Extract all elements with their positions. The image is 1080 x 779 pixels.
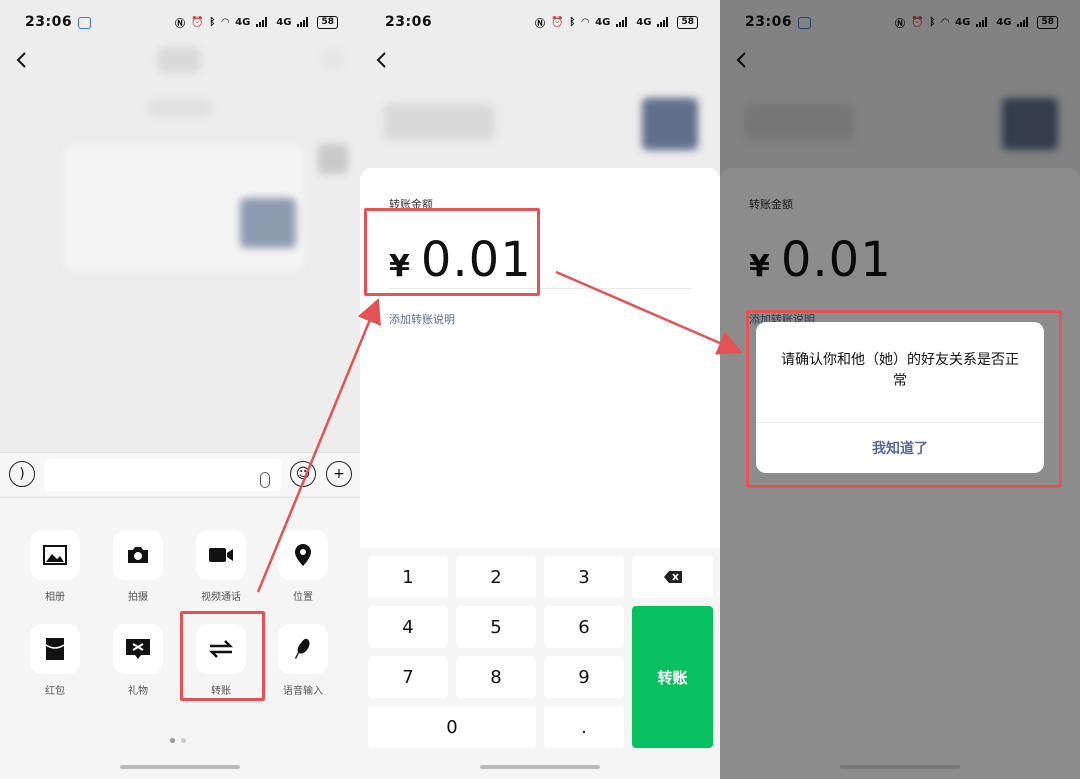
signal-icon: [616, 17, 630, 27]
key-2[interactable]: 2: [456, 556, 536, 598]
status-bar: 23:06 Ⓝ ⏰ ᛒ ◠ 4G 4G 58: [0, 0, 360, 44]
tool-video-call[interactable]: 视频通话: [186, 530, 256, 603]
wifi-icon: ◠: [221, 16, 230, 28]
key-8[interactable]: 8: [456, 656, 536, 698]
transfer-confirm-button[interactable]: 转账: [632, 606, 713, 748]
status-icons: Ⓝ ⏰ ᛒ ◠ 4G 4G 58: [535, 15, 698, 30]
back-arrow-icon[interactable]: [12, 50, 32, 70]
battery-icon: 58: [317, 15, 338, 29]
highlight-dialog: [746, 310, 1062, 488]
key-5[interactable]: 5: [456, 606, 536, 648]
app-notification-icon: [78, 17, 92, 29]
battery-icon: 58: [677, 15, 698, 29]
tool-red-packet[interactable]: 红包: [20, 624, 90, 697]
key-1[interactable]: 1: [368, 556, 448, 598]
key-0[interactable]: 0: [368, 706, 536, 748]
network-type-2: 4G: [276, 16, 292, 28]
blurred-recipient-avatar: [642, 98, 698, 150]
key-3[interactable]: 3: [544, 556, 624, 598]
tool-label: 语音输入: [283, 686, 323, 697]
blurred-message-thumb: [240, 198, 296, 248]
blurred-avatar: [318, 144, 348, 174]
highlight-transfer-tool: [180, 611, 265, 701]
network-type-2: 4G: [636, 16, 652, 28]
status-time: 23:06: [385, 14, 433, 30]
transfer-screen: 23:06 Ⓝ ⏰ ᛒ ◠ 4G 4G 58 转账金额 ¥ 0.01 添加转账说…: [360, 0, 720, 779]
network-type-1: 4G: [235, 16, 251, 28]
home-indicator: [840, 765, 960, 769]
bluetooth-icon: ᛒ: [209, 16, 216, 28]
key-4[interactable]: 4: [368, 606, 448, 648]
wifi-icon: ◠: [581, 16, 590, 28]
highlight-amount: [364, 208, 540, 296]
alarm-icon: ⏰: [190, 16, 204, 28]
video-call-icon: [209, 548, 233, 562]
emoji-icon[interactable]: ☺: [290, 461, 316, 487]
tool-label: 视频通话: [201, 592, 241, 603]
status-time: 23:06: [25, 14, 73, 30]
key-7[interactable]: 7: [368, 656, 448, 698]
tool-gift[interactable]: 礼物: [103, 624, 173, 697]
home-indicator: [480, 765, 600, 769]
photo-album-icon: [43, 545, 67, 565]
chat-text-input[interactable]: [44, 459, 282, 491]
blurred-more-icon: [322, 52, 344, 66]
blurred-recipient-name: [384, 104, 494, 140]
gift-icon: [126, 639, 150, 659]
key-dot[interactable]: .: [544, 706, 624, 748]
plus-icon[interactable]: +: [326, 461, 352, 487]
blurred-contact-name: [158, 48, 200, 72]
key-backspace[interactable]: [632, 556, 713, 598]
signal-icon-2: [297, 17, 311, 27]
key-9[interactable]: 9: [544, 656, 624, 698]
location-pin-icon: [295, 544, 311, 566]
tool-label: 相册: [45, 592, 65, 603]
network-type-1: 4G: [595, 16, 611, 28]
tool-camera[interactable]: 拍摄: [103, 530, 173, 603]
voice-input-icon: [295, 638, 310, 659]
status-icons: Ⓝ ⏰ ᛒ ◠ 4G 4G 58: [175, 15, 338, 30]
status-bar: 23:06 Ⓝ ⏰ ᛒ ◠ 4G 4G 58: [360, 0, 720, 44]
alarm-icon: ⏰: [550, 16, 564, 28]
home-indicator: [120, 765, 240, 769]
backspace-icon: [663, 571, 682, 583]
red-packet-icon: [45, 638, 65, 660]
key-6[interactable]: 6: [544, 606, 624, 648]
add-note-link[interactable]: 添加转账说明: [389, 311, 455, 327]
back-arrow-icon[interactable]: [372, 50, 392, 70]
signal-icon: [256, 17, 270, 27]
voice-toggle-icon[interactable]: ): [9, 461, 35, 487]
tool-label: 红包: [45, 686, 65, 697]
camera-icon: [128, 547, 148, 563]
signal-icon-2: [657, 17, 671, 27]
nfc-icon: Ⓝ: [534, 18, 545, 30]
tool-location[interactable]: 位置: [268, 530, 338, 603]
blurred-timestamp: [148, 100, 212, 116]
tool-label: 位置: [293, 592, 313, 603]
nfc-icon: Ⓝ: [174, 18, 185, 30]
tool-label: 礼物: [128, 686, 148, 697]
tool-voice-input[interactable]: 语音输入: [268, 624, 338, 697]
tool-label: 拍摄: [128, 592, 148, 603]
mic-icon[interactable]: [260, 472, 270, 488]
tool-album[interactable]: 相册: [20, 530, 90, 603]
page-indicator: [170, 738, 186, 743]
chat-input-bar: ) ☺ +: [0, 452, 360, 496]
number-keypad: 1 2 3 4 5 6 7 8 9 0 . 转账: [360, 548, 720, 779]
bluetooth-icon: ᛒ: [569, 16, 576, 28]
